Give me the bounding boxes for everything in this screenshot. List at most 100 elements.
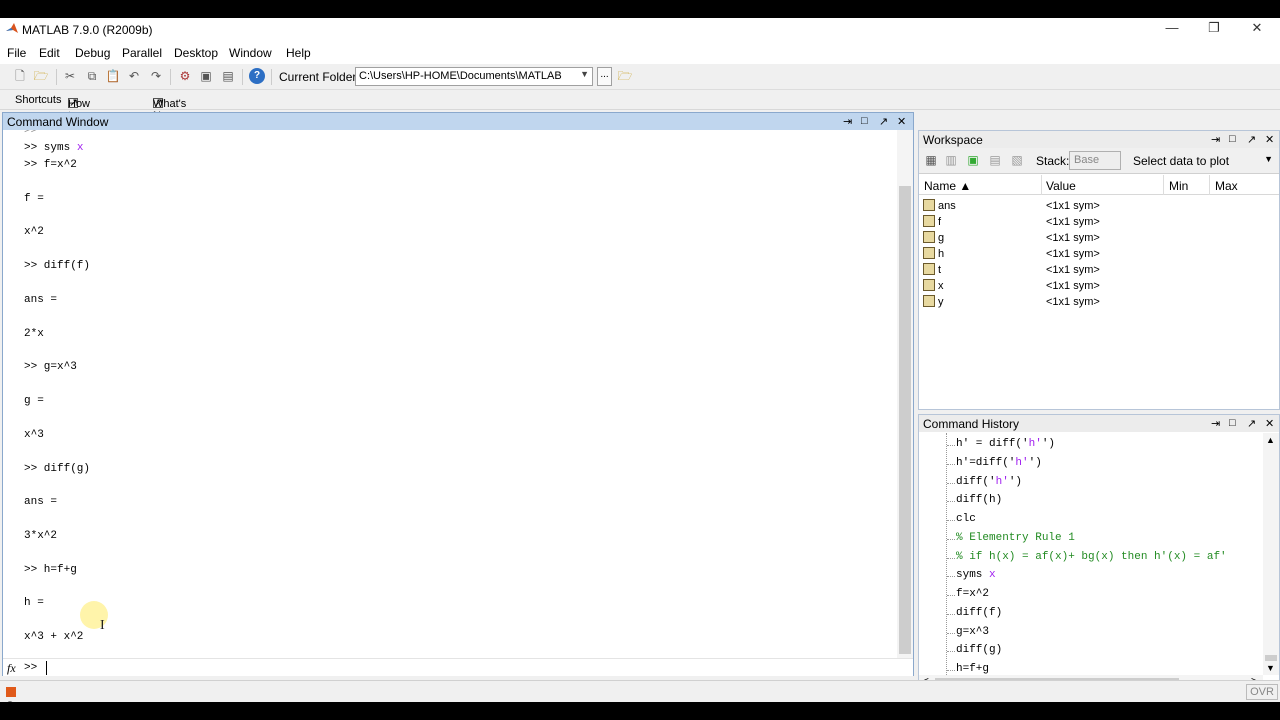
stack-select[interactable]: Base: [1069, 151, 1121, 170]
menu-desktop[interactable]: Desktop: [174, 46, 218, 60]
maximize-icon[interactable]: □: [861, 115, 868, 127]
history-item[interactable]: diff(h): [956, 494, 1002, 506]
new-variable-icon[interactable]: ▦: [923, 152, 939, 168]
copy-icon[interactable]: ⧉: [84, 68, 100, 84]
variable-name: x: [938, 280, 944, 292]
variable-value: <1x1 sym>: [1046, 248, 1100, 260]
chevron-down-icon[interactable]: ▼: [1266, 663, 1275, 673]
history-item[interactable]: clc: [956, 513, 976, 525]
scrollbar-thumb[interactable]: [1265, 655, 1277, 661]
minimize-button[interactable]: —: [1157, 20, 1187, 38]
simulink-icon[interactable]: ⚙: [177, 68, 193, 84]
stack-value: Base: [1074, 154, 1100, 166]
history-item[interactable]: % Elementry Rule 1: [956, 532, 1075, 544]
import-data-icon[interactable]: ▣: [965, 152, 981, 168]
variable-name: g: [938, 232, 945, 244]
history-item[interactable]: syms x: [956, 569, 996, 581]
maximize-icon[interactable]: □: [1229, 417, 1236, 429]
redo-icon[interactable]: ↷: [148, 68, 164, 84]
dock-icon[interactable]: ⇥: [1211, 417, 1220, 430]
scrollbar-thumb[interactable]: [899, 186, 911, 654]
history-item[interactable]: diff('h''): [956, 476, 1022, 488]
variable-icon: [923, 199, 935, 211]
command-window-scrollbar[interactable]: [897, 130, 913, 658]
select-data-to-plot-button[interactable]: Select data to plot ▼: [1129, 151, 1277, 171]
output-line: x^2: [24, 226, 44, 238]
menu-parallel[interactable]: Parallel: [122, 46, 162, 60]
guide-icon[interactable]: ▣: [198, 68, 214, 84]
function-browser-icon[interactable]: fx: [7, 661, 16, 676]
parent-folder-icon[interactable]: 🗁: [617, 68, 633, 84]
history-item[interactable]: h' = diff('h''): [956, 438, 1055, 450]
save-icon[interactable]: ▤: [987, 152, 1003, 168]
current-folder-label: Current Folder:: [279, 70, 360, 84]
menu-debug[interactable]: Debug: [75, 46, 110, 60]
current-folder-input[interactable]: C:\Users\HP-HOME\Documents\MATLAB ▼: [355, 67, 593, 86]
delete-icon[interactable]: ▧: [1009, 152, 1025, 168]
open-variable-icon[interactable]: ▥: [943, 152, 959, 168]
menu-edit[interactable]: Edit: [39, 46, 60, 60]
history-item[interactable]: h=f+g: [956, 663, 989, 675]
chevron-down-icon[interactable]: ▼: [580, 69, 589, 79]
chevron-up-icon[interactable]: ▲: [1266, 435, 1275, 445]
history-tree-tick: [947, 633, 955, 634]
menu-help[interactable]: Help: [286, 46, 311, 60]
table-row[interactable]: ans <1x1 sym>: [919, 198, 1279, 214]
output-line: >> f=x^2: [24, 159, 77, 171]
column-name[interactable]: Name ▲: [924, 179, 971, 193]
menu-window[interactable]: Window: [229, 46, 272, 60]
history-item[interactable]: f=x^2: [956, 588, 989, 600]
history-item[interactable]: % if h(x) = af(x)+ bg(x) then h'(x) = af…: [956, 551, 1227, 563]
undock-icon[interactable]: ↗: [1247, 133, 1256, 146]
close-icon[interactable]: ✕: [897, 115, 906, 128]
column-max[interactable]: Max: [1215, 179, 1238, 193]
help-icon[interactable]: ?: [249, 68, 265, 84]
ovr-indicator: OVR: [1246, 684, 1278, 700]
variable-value: <1x1 sym>: [1046, 280, 1100, 292]
dock-icon[interactable]: ⇥: [1211, 133, 1220, 146]
table-row[interactable]: f <1x1 sym>: [919, 214, 1279, 230]
profiler-icon[interactable]: ▤: [220, 68, 236, 84]
dock-icon[interactable]: ⇥: [843, 115, 852, 128]
history-item[interactable]: h'=diff('h''): [956, 457, 1042, 469]
column-min[interactable]: Min: [1169, 179, 1188, 193]
table-row[interactable]: g <1x1 sym>: [919, 230, 1279, 246]
close-icon[interactable]: ✕: [1265, 133, 1274, 146]
history-tree-tick: [947, 501, 955, 502]
menu-file[interactable]: File: [7, 46, 26, 60]
table-row[interactable]: y <1x1 sym>: [919, 294, 1279, 310]
history-tree-tick: [947, 595, 955, 596]
new-file-icon[interactable]: 🗋: [12, 68, 28, 84]
column-value[interactable]: Value: [1046, 179, 1076, 193]
close-button[interactable]: ✕: [1242, 20, 1272, 38]
table-row[interactable]: h <1x1 sym>: [919, 246, 1279, 262]
history-item[interactable]: g=x^3: [956, 626, 989, 638]
browse-folder-button[interactable]: ...: [597, 67, 612, 86]
paste-icon[interactable]: 📋: [105, 68, 121, 84]
command-prompt[interactable]: fx >>: [3, 658, 913, 676]
undock-icon[interactable]: ↗: [1247, 417, 1256, 430]
maximize-icon[interactable]: □: [1229, 133, 1236, 145]
history-item[interactable]: diff(f): [956, 607, 1002, 619]
shortcuts-bar: Shortcuts ↗ How to Add ↗ What's New: [0, 90, 1280, 134]
table-row[interactable]: t <1x1 sym>: [919, 262, 1279, 278]
command-output[interactable]: >> >> syms x >> f=x^2 f = x^2 >> diff(f)…: [3, 130, 897, 658]
plot-label: Select data to plot: [1133, 154, 1230, 168]
variable-icon: [923, 215, 935, 227]
close-icon[interactable]: ✕: [1265, 417, 1274, 430]
command-window-title-bar: Command Window ⇥ □ ↗ ✕: [3, 113, 913, 130]
history-vertical-scrollbar[interactable]: ▲ ▼: [1263, 433, 1279, 675]
workspace-toolbar: ▦ ▥ ▣ ▤ ▧ Stack: Base Select data to plo…: [919, 148, 1279, 174]
undock-icon[interactable]: ↗: [879, 115, 888, 128]
cut-icon[interactable]: ✂: [62, 68, 78, 84]
open-folder-icon[interactable]: 🗁: [33, 68, 49, 84]
variable-value: <1x1 sym>: [1046, 200, 1100, 212]
undo-icon[interactable]: ↶: [126, 68, 142, 84]
history-item[interactable]: diff(g): [956, 644, 1002, 656]
column-divider: [1163, 175, 1164, 195]
table-row[interactable]: x <1x1 sym>: [919, 278, 1279, 294]
output-line: >> syms x: [24, 142, 84, 154]
start-button[interactable]: Start: [2, 683, 50, 713]
restore-button[interactable]: ❐: [1199, 20, 1229, 38]
output-line: >> h=f+g: [24, 564, 77, 576]
